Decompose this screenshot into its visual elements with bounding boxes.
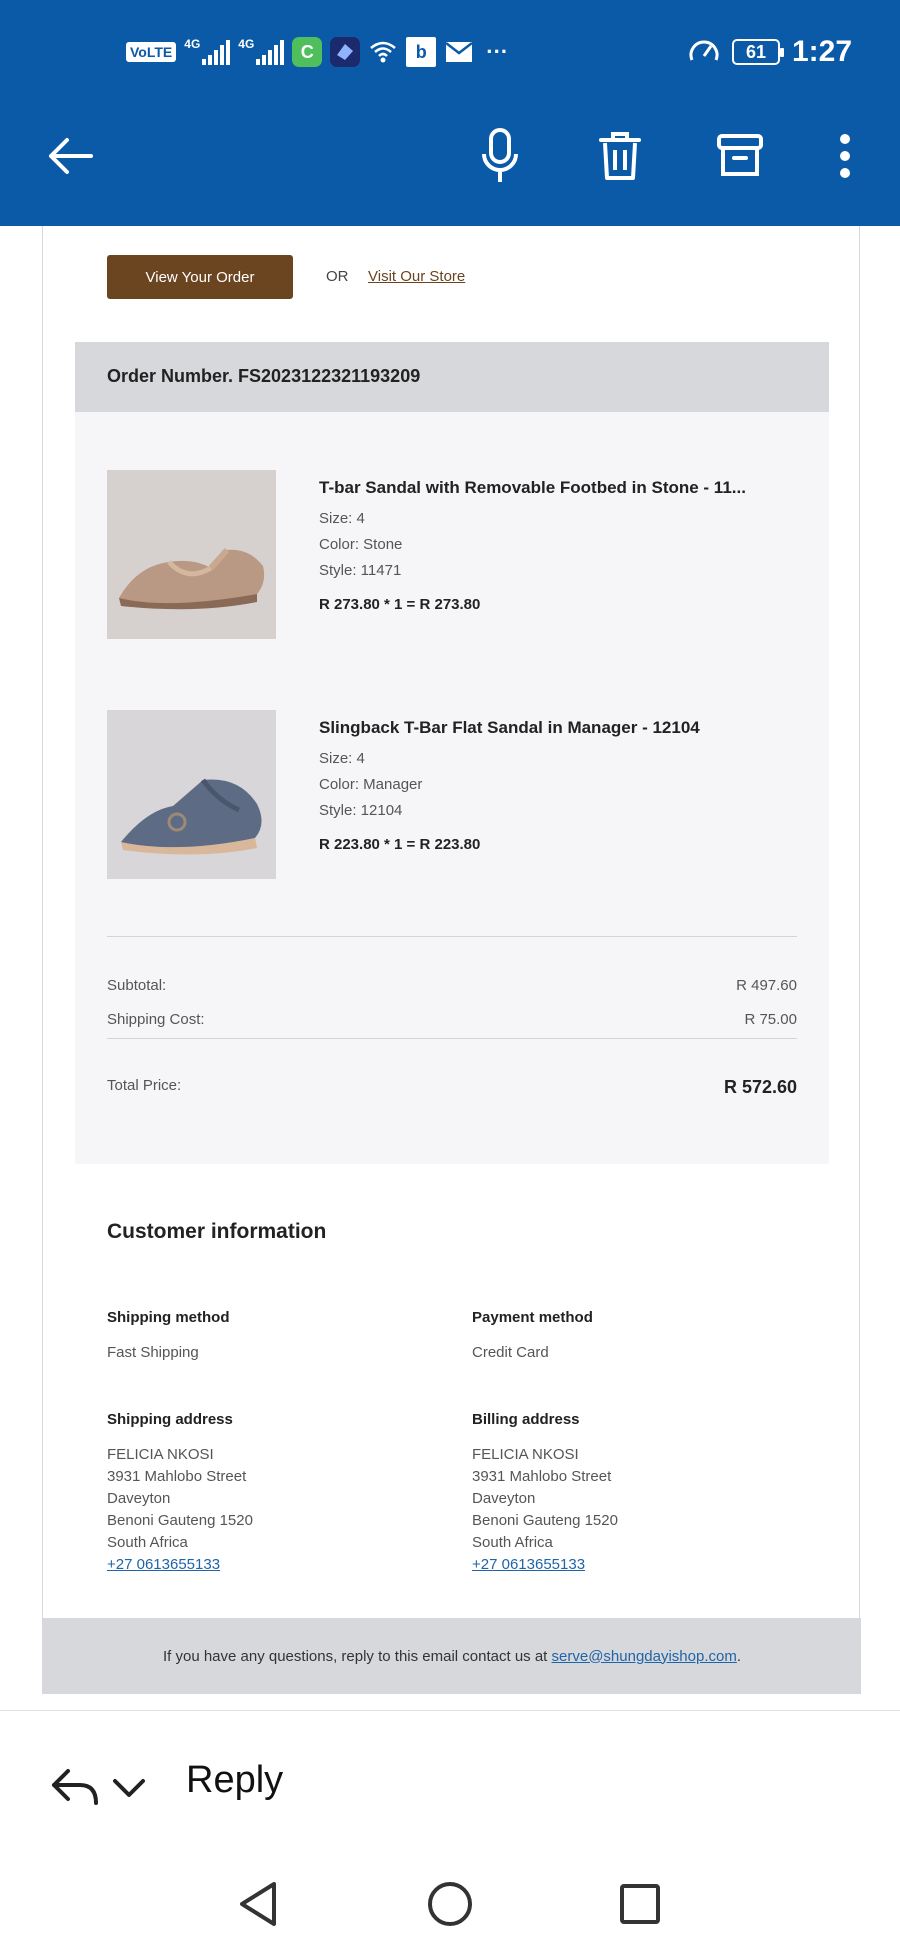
shipping-address-label: Shipping address — [107, 1411, 233, 1428]
total-price-value: R 572.60 — [723, 1077, 797, 1097]
archive-icon[interactable] — [710, 126, 770, 186]
shipping-method-value: Fast Shipping — [107, 1344, 199, 1361]
item-style: Style: 12104 — [319, 802, 403, 819]
cast-icon: C — [292, 37, 323, 67]
status-bar: VoLTE 4G 4G C b ··· 61 1:27 — [0, 30, 900, 74]
wifi-icon — [368, 37, 398, 67]
signal-icon: 4G — [184, 37, 231, 65]
subtotal-label: Subtotal: — [107, 977, 167, 994]
overflow-menu-icon[interactable] — [815, 126, 875, 186]
billing-address: FELICIA NKOSI 3931 Mahlobo Street Daveyt… — [472, 1444, 618, 1576]
billing-phone-link[interactable]: +27 0613655133 — [472, 1554, 618, 1576]
app-bar: VoLTE 4G 4G C b ··· 61 1:27 — [0, 0, 900, 226]
support-email-link[interactable]: serve@shungdayishop.com — [552, 1648, 737, 1665]
product-image[interactable] — [107, 470, 276, 639]
shipping-method-label: Shipping method — [107, 1309, 230, 1326]
shipping-phone-link[interactable]: +27 0613655133 — [107, 1554, 253, 1576]
item-style: Style: 11471 — [319, 562, 402, 579]
customer-info-title: Customer information — [107, 1220, 327, 1243]
payment-method-value: Credit Card — [472, 1344, 549, 1361]
order-item: Slingback T-Bar Flat Sandal in Manager -… — [107, 710, 797, 880]
reply-button[interactable]: Reply — [186, 1759, 283, 1802]
order-number: Order Number. FS2023122321193209 — [107, 366, 421, 386]
order-item: T-bar Sandal with Removable Footbed in S… — [107, 470, 797, 640]
divider — [107, 936, 797, 937]
shipping-address: FELICIA NKOSI 3931 Mahlobo Street Daveyt… — [107, 1444, 253, 1576]
chevron-down-icon[interactable] — [112, 1777, 146, 1804]
email-content: View Your Order OR Visit Our Store Order… — [42, 226, 861, 1694]
item-price: R 273.80 * 1 = R 273.80 — [319, 596, 481, 613]
order-summary-panel: T-bar Sandal with Removable Footbed in S… — [75, 412, 829, 1164]
bing-icon: b — [406, 37, 437, 67]
app-icon — [330, 37, 361, 67]
nav-home-icon[interactable] — [422, 1876, 478, 1932]
battery-indicator: 61 — [731, 39, 784, 65]
item-title[interactable]: T-bar Sandal with Removable Footbed in S… — [319, 478, 746, 498]
subtotal-value: R 497.60 — [736, 977, 797, 994]
microphone-icon[interactable] — [470, 126, 530, 186]
navigation-bar — [0, 1860, 900, 1950]
item-size: Size: 4 — [319, 750, 365, 767]
signal-icon: 4G — [238, 37, 285, 65]
volte-badge: VoLTE — [126, 42, 177, 62]
nav-back-icon[interactable] — [230, 1876, 286, 1932]
item-size: Size: 4 — [319, 510, 365, 527]
clock: 1:27 — [791, 35, 852, 68]
view-order-button[interactable]: View Your Order — [107, 255, 293, 299]
product-image[interactable] — [107, 710, 276, 879]
mail-icon — [444, 37, 474, 67]
total-price-label: Total Price: — [107, 1077, 182, 1094]
reply-arrow-icon[interactable] — [50, 1767, 100, 1812]
reply-bar: Reply — [0, 1710, 900, 1860]
item-color: Color: Stone — [319, 536, 403, 553]
nav-recents-icon[interactable] — [612, 1876, 668, 1932]
divider — [107, 1038, 797, 1039]
shipping-cost-label: Shipping Cost: — [107, 1011, 205, 1028]
message-toolbar — [0, 106, 900, 206]
item-price: R 223.80 * 1 = R 223.80 — [319, 836, 481, 853]
item-color: Color: Manager — [319, 776, 423, 793]
billing-address-label: Billing address — [472, 1411, 580, 1428]
more-icon: ··· — [486, 39, 509, 64]
delete-icon[interactable] — [590, 126, 650, 186]
payment-method-label: Payment method — [472, 1309, 593, 1326]
email-footer: If you have any questions, reply to this… — [43, 1618, 861, 1694]
item-title[interactable]: Slingback T-Bar Flat Sandal in Manager -… — [319, 718, 700, 738]
or-separator: OR — [326, 268, 349, 285]
shipping-cost-value: R 75.00 — [744, 1011, 797, 1028]
visit-store-link[interactable]: Visit Our Store — [368, 268, 465, 285]
speed-icon — [688, 36, 720, 69]
order-number-header: Order Number. FS2023122321193209 — [75, 342, 829, 412]
back-arrow-icon[interactable] — [40, 126, 100, 186]
